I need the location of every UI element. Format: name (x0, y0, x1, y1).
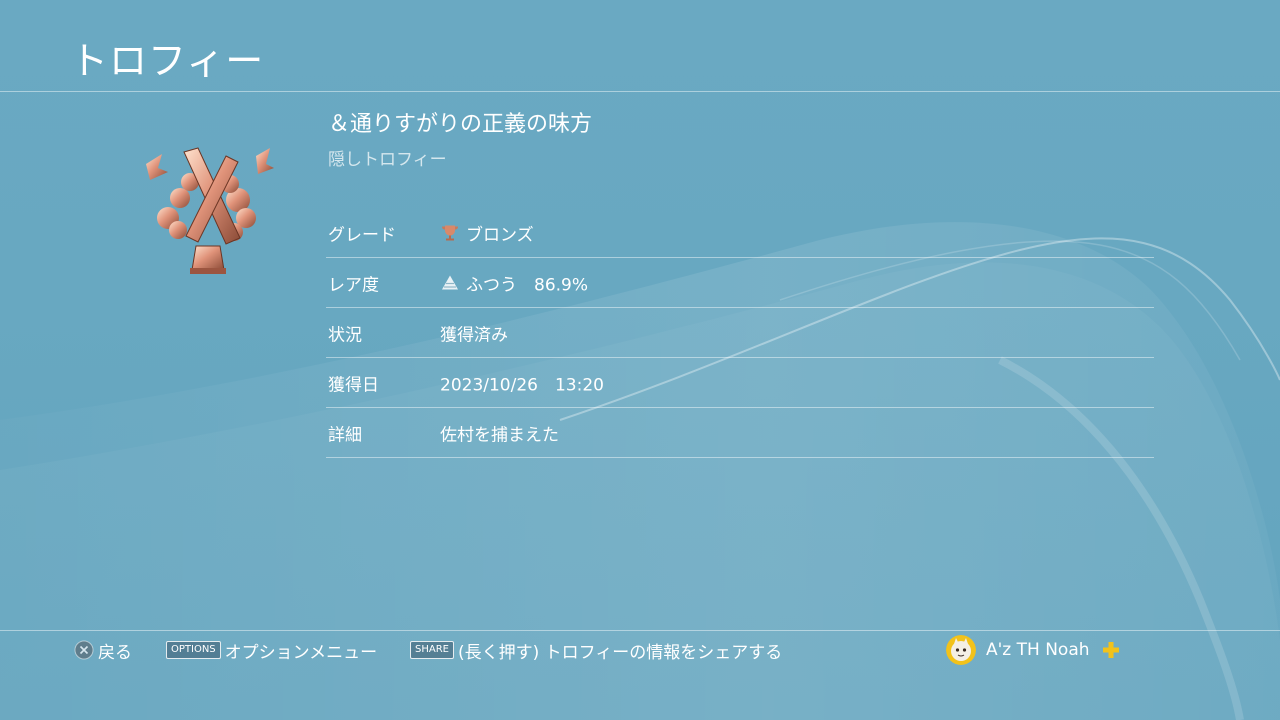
detail-label: 獲得日 (328, 375, 379, 395)
trophy-details-list: グレード ブロンズ レア度 ふつう 86.9% 状況 獲得済み 獲得日 2023… (326, 208, 1154, 458)
footer-bar: 戻る OPTIONS オプションメニュー SHARE (長く押す) トロフィーの… (0, 630, 1280, 670)
page-title: トロフィー (70, 39, 265, 83)
rarity-pyramid-icon (442, 275, 458, 290)
detail-row-status: 状況 獲得済み (326, 308, 1154, 358)
detail-row-description: 詳細 佐村を捕まえた (326, 408, 1154, 458)
trophy-hidden-label: 隠しトロフィー (328, 150, 447, 170)
detail-row-grade: グレード ブロンズ (326, 208, 1154, 258)
share-button[interactable]: SHARE (長く押す) トロフィーの情報をシェアする (410, 638, 783, 663)
user-profile[interactable]: A'z TH Noah (946, 634, 1120, 666)
detail-label: レア度 (328, 275, 379, 295)
bronze-trophy-icon (442, 225, 458, 241)
detail-row-date: 獲得日 2023/10/26 13:20 (326, 358, 1154, 408)
user-name: A'z TH Noah (986, 640, 1090, 660)
rarity-value: ふつう 86.9% (466, 275, 589, 295)
cross-button-icon (74, 640, 94, 660)
options-button-chip: OPTIONS (166, 641, 221, 659)
detail-label: グレード (328, 225, 396, 245)
options-menu-button[interactable]: OPTIONS オプションメニュー (166, 638, 378, 663)
detail-row-rarity: レア度 ふつう 86.9% (326, 258, 1154, 308)
options-label: オプションメニュー (224, 642, 378, 663)
trophy-artwork-icon (146, 147, 274, 274)
detail-label: 状況 (328, 325, 362, 345)
status-value: 獲得済み (440, 325, 508, 345)
detail-value: ふつう 86.9% (440, 270, 588, 295)
share-label: (長く押す) トロフィーの情報をシェアする (457, 642, 783, 663)
avatar (946, 635, 976, 665)
earned-date-value: 2023/10/26 13:20 (440, 375, 604, 395)
detail-value: ブロンズ (440, 220, 534, 245)
trophy-name: ＆通りすがりの正義の味方 (328, 112, 593, 137)
share-button-chip: SHARE (410, 641, 454, 659)
back-button[interactable]: 戻る (74, 638, 132, 663)
playstation-plus-icon (1102, 642, 1119, 658)
detail-label: 詳細 (328, 425, 362, 445)
header-divider (0, 91, 1280, 92)
back-label: 戻る (98, 642, 132, 663)
grade-value: ブロンズ (466, 225, 534, 245)
description-value: 佐村を捕まえた (440, 425, 559, 445)
user-avatar-icon (946, 635, 976, 665)
